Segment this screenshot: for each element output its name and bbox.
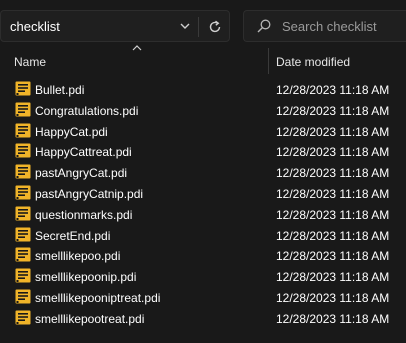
file-pdi-icon (15, 81, 31, 96)
file-date: 12/28/2023 11:18 AM (276, 290, 390, 305)
file-date: 12/28/2023 11:18 AM (276, 83, 390, 97)
refresh-icon[interactable] (206, 18, 224, 36)
file-row[interactable]: Congratulations.pdi 12/28/2023 11:18 AM (0, 100, 406, 121)
file-name[interactable]: smelllikepootreat.pdi (35, 312, 144, 326)
file-date: 12/28/2023 11:18 AM (276, 186, 390, 201)
file-name[interactable]: pastAngryCat.pdi (35, 166, 127, 180)
file-date: 12/28/2023 11:18 AM (276, 207, 390, 222)
file-pdi-icon (15, 310, 31, 325)
file-date: 12/28/2023 11:18 AM (276, 145, 390, 160)
file-date: 12/28/2023 11:18 AM (276, 270, 390, 285)
file-date: 12/28/2023 11:18 AM (276, 228, 390, 243)
file-row[interactable]: smelllikepootreat.pdi 12/28/2023 11:18 A… (0, 308, 406, 329)
file-row[interactable]: pastAngryCat.pdi 12/28/2023 11:18 AM (0, 162, 406, 183)
file-pdi-icon (15, 247, 31, 262)
file-name[interactable]: questionmarks.pdi (35, 208, 132, 222)
file-row[interactable]: HappyCattreat.pdi 12/28/2023 11:18 AM (0, 141, 406, 162)
file-list: Bullet.pdi 12/28/2023 11:18 AM Congratul… (0, 79, 406, 329)
file-row[interactable]: Bullet.pdi 12/28/2023 11:18 AM (0, 79, 406, 100)
file-name[interactable]: smelllikepoo.pdi (35, 249, 120, 263)
file-row[interactable]: SecretEnd.pdi 12/28/2023 11:18 AM (0, 225, 406, 246)
address-divider (198, 17, 199, 37)
column-divider[interactable] (268, 48, 269, 74)
file-date: 12/28/2023 11:18 AM (276, 124, 390, 139)
file-pdi-icon (15, 206, 31, 221)
file-name[interactable]: Congratulations.pdi (35, 104, 138, 118)
file-pdi-icon (15, 164, 31, 179)
file-name[interactable]: pastAngryCatnip.pdi (35, 187, 143, 201)
sort-ascending-icon (132, 45, 142, 51)
file-pdi-icon (15, 102, 31, 117)
file-pdi-icon (15, 268, 31, 283)
chevron-down-icon[interactable] (177, 18, 193, 34)
address-bar[interactable]: checklist (0, 10, 230, 42)
file-name[interactable]: smelllikepooniptreat.pdi (35, 291, 160, 305)
file-name[interactable]: Bullet.pdi (35, 83, 84, 97)
file-row[interactable]: HappyCat.pdi 12/28/2023 11:18 AM (0, 121, 406, 142)
file-pdi-icon (15, 123, 31, 138)
file-name[interactable]: SecretEnd.pdi (35, 229, 110, 243)
file-row[interactable]: smelllikepoonip.pdi 12/28/2023 11:18 AM (0, 266, 406, 287)
file-date: 12/28/2023 11:18 AM (276, 166, 390, 181)
file-pdi-icon (15, 227, 31, 242)
search-box[interactable]: Search checklist (243, 10, 406, 42)
file-date: 12/28/2023 11:18 AM (276, 249, 390, 264)
file-row[interactable]: questionmarks.pdi 12/28/2023 11:18 AM (0, 204, 406, 225)
address-path[interactable]: checklist (10, 19, 60, 34)
file-name[interactable]: HappyCat.pdi (35, 125, 108, 139)
toolbar: checklist Search checklist (0, 0, 406, 46)
file-row[interactable]: smelllikepooniptreat.pdi 12/28/2023 11:1… (0, 287, 406, 308)
search-icon (257, 19, 271, 33)
file-date: 12/28/2023 11:18 AM (276, 103, 390, 118)
column-header-date-modified[interactable]: Date modified (276, 55, 350, 69)
search-input[interactable]: Search checklist (282, 19, 377, 34)
file-pdi-icon (15, 185, 31, 200)
column-header-name[interactable]: Name (14, 55, 46, 69)
file-pdi-icon (15, 289, 31, 304)
file-row[interactable]: pastAngryCatnip.pdi 12/28/2023 11:18 AM (0, 183, 406, 204)
file-pdi-icon (15, 143, 31, 158)
file-name[interactable]: smelllikepoonip.pdi (35, 270, 136, 284)
file-name[interactable]: HappyCattreat.pdi (35, 145, 132, 159)
file-date: 12/28/2023 11:18 AM (276, 311, 390, 326)
file-row[interactable]: smelllikepoo.pdi 12/28/2023 11:18 AM (0, 245, 406, 266)
